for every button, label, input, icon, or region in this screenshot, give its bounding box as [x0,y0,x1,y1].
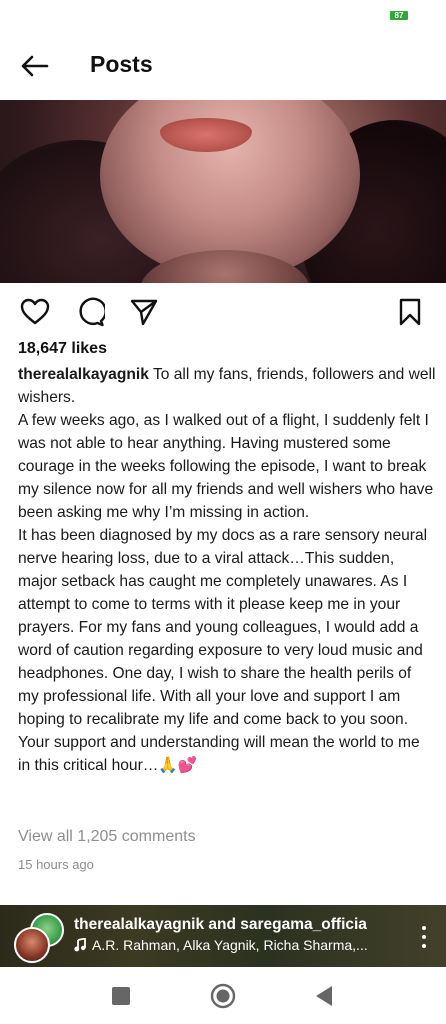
now-playing-track: A.R. Rahman, Alka Yagnik, Richa Sharma,.… [74,937,368,953]
share-button[interactable] [126,294,162,330]
recents-button[interactable] [106,981,136,1011]
system-navigation-bar [0,967,446,1024]
post-timestamp: 15 hours ago [18,857,94,872]
home-button[interactable] [208,981,238,1011]
more-dot-icon [422,944,426,949]
now-playing-bar[interactable]: therealalkayagnik and saregama_officia A… [0,905,446,967]
triangle-back-icon [316,986,332,1006]
home-circle-icon [210,983,236,1009]
now-playing-title: therealalkayagnik and saregama_officia [74,916,367,933]
back-nav-button[interactable] [309,981,339,1011]
comment-icon [79,297,105,327]
now-playing-artists: A.R. Rahman, Alka Yagnik, Richa Sharma,.… [92,937,368,953]
arrow-left-icon [21,55,49,77]
save-button[interactable] [392,294,428,330]
music-note-icon [74,938,86,952]
comment-button[interactable] [72,294,108,330]
user-avatar [14,927,50,963]
square-icon [112,987,130,1005]
like-count[interactable]: 18,647 likes [18,340,107,358]
more-dot-icon [422,925,426,930]
more-options-button[interactable] [416,923,432,951]
send-icon [130,299,158,326]
post-caption: therealalkayagnik To all my fans, friend… [18,363,436,777]
like-button[interactable] [17,294,53,330]
caption-text: To all my fans, friends, followers and w… [18,366,436,774]
page-title: Posts [90,51,153,77]
bookmark-icon [399,298,421,326]
post-actions [0,292,446,332]
more-dot-icon [422,934,426,939]
view-comments-link[interactable]: View all 1,205 comments [18,828,196,846]
header: Posts [0,40,446,94]
caption-username[interactable]: therealalkayagnik [18,366,149,383]
status-bar: 87 [0,0,446,30]
battery-indicator: 87 [390,11,408,20]
post-image[interactable] [0,100,446,283]
back-button[interactable] [14,48,54,84]
heart-icon [20,298,50,325]
